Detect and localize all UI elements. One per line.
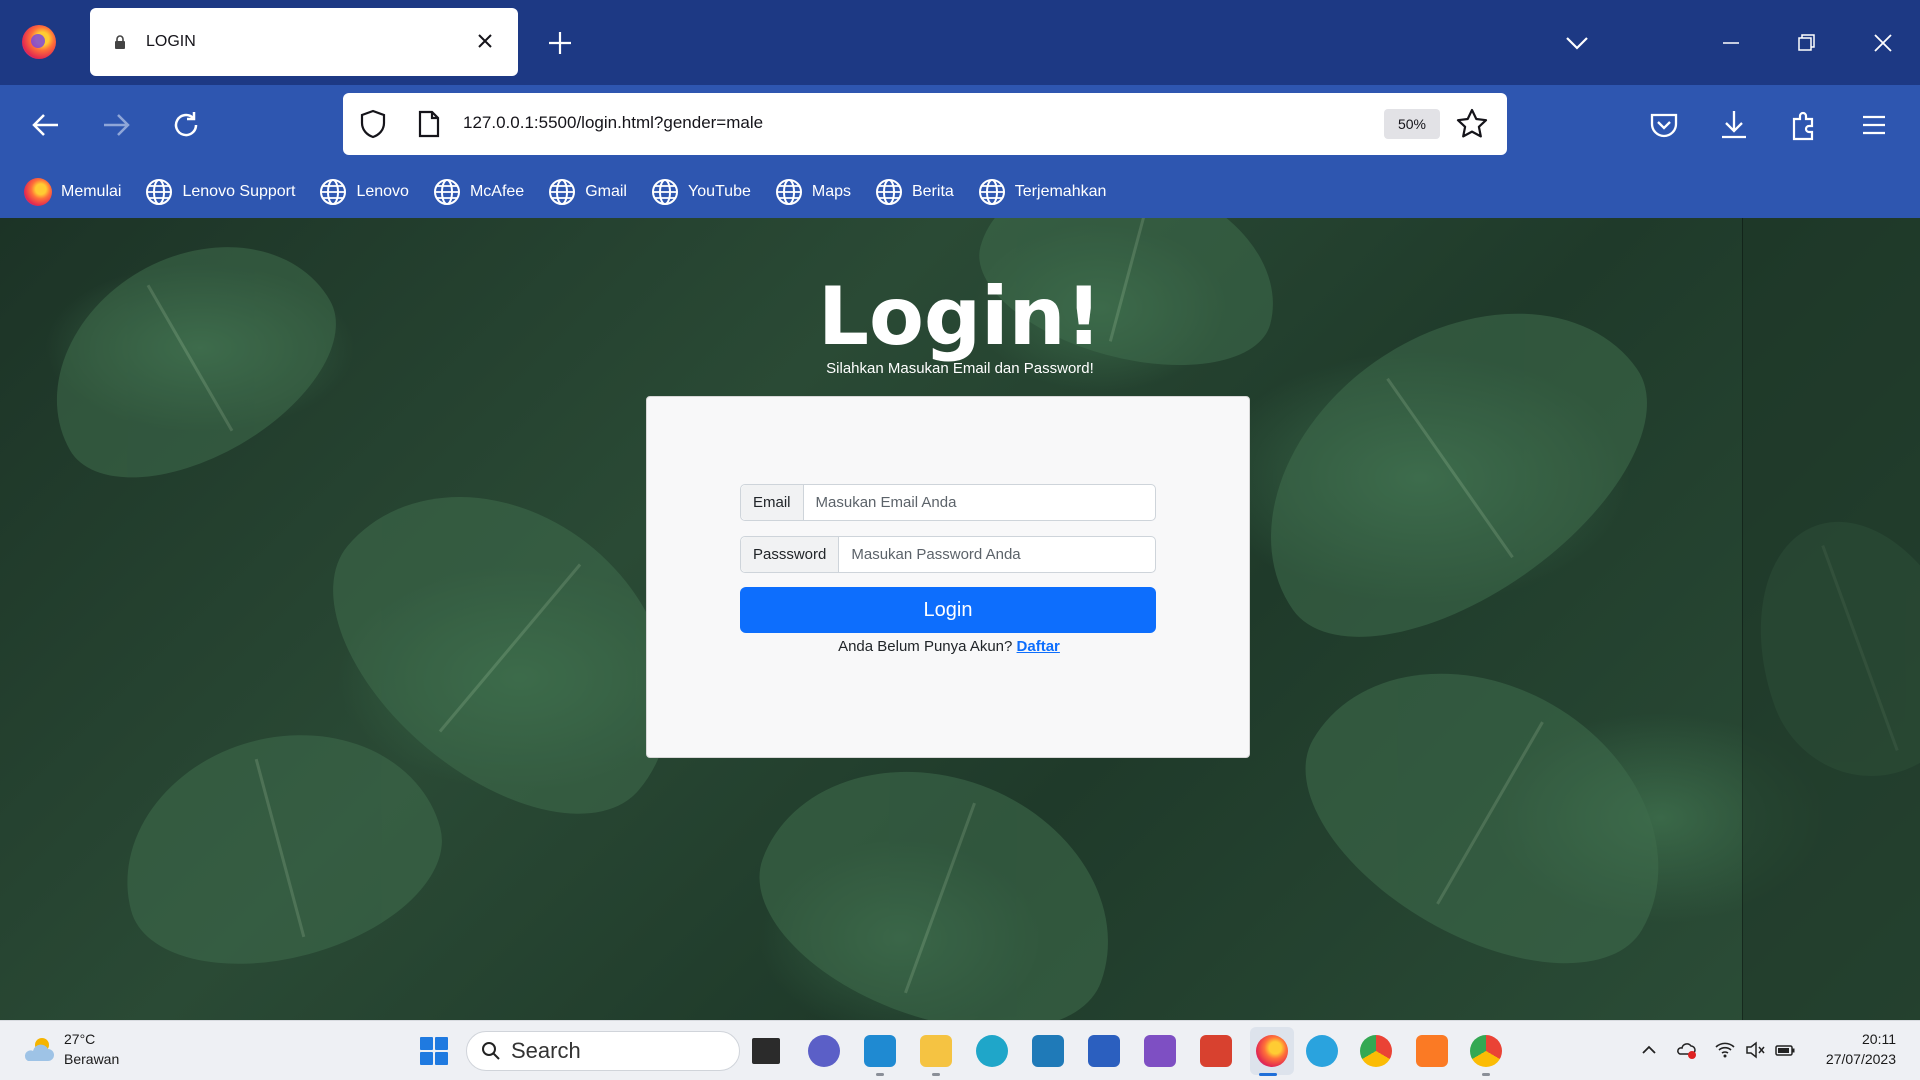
globe-icon: [320, 178, 347, 205]
page-icon[interactable]: [415, 109, 443, 139]
firefox-taskbar-icon[interactable]: [1256, 1035, 1288, 1067]
edge-icon[interactable]: [976, 1035, 1008, 1067]
bookmarks-bar: Memulai Lenovo Support Lenovo McAfee Gma…: [0, 165, 1920, 218]
navigation-bar: 127.0.0.1:5500/login.html?gender=male 50…: [0, 85, 1920, 165]
register-prompt: Anda Belum Punya Akun? Daftar: [647, 638, 1251, 655]
search-label: Search: [511, 1038, 581, 1063]
chrome-profile-icon[interactable]: [1470, 1035, 1502, 1067]
tab-title: LOGIN: [146, 33, 196, 50]
address-bar[interactable]: 127.0.0.1:5500/login.html?gender=male 50…: [343, 93, 1507, 155]
page-viewport: Login! Silahkan Masukan Email dan Passwo…: [0, 218, 1920, 1020]
explorer-running-indicator: [932, 1073, 940, 1076]
search-icon: [482, 1042, 500, 1060]
task-view-icon[interactable]: [752, 1038, 780, 1064]
clock-date[interactable]: 27/07/2023: [1826, 1051, 1896, 1067]
wifi-icon[interactable]: [1714, 1039, 1736, 1061]
cloudy-weather-icon[interactable]: [20, 1035, 56, 1065]
email-field-group: Email: [740, 484, 1156, 521]
pocket-icon[interactable]: [1644, 105, 1684, 145]
globe-icon: [651, 178, 678, 205]
forward-arrow-icon[interactable]: [96, 105, 136, 145]
list-all-tabs-icon[interactable]: [1561, 27, 1593, 59]
l-app-icon[interactable]: [1032, 1035, 1064, 1067]
restore-icon[interactable]: [1790, 27, 1822, 59]
browser-tab-bar: LOGIN: [0, 0, 1920, 85]
globe-icon: [875, 178, 902, 205]
visual-studio-icon[interactable]: [1144, 1035, 1176, 1067]
bookmark-gmail[interactable]: Gmail: [548, 178, 627, 206]
page-title: Login!: [817, 270, 1103, 363]
microsoft-store-icon[interactable]: [1088, 1035, 1120, 1067]
close-window-icon[interactable]: [1867, 27, 1899, 59]
url-text[interactable]: 127.0.0.1:5500/login.html?gender=male: [463, 113, 763, 133]
bookmark-lenovo[interactable]: Lenovo: [319, 178, 409, 206]
extensions-icon[interactable]: [1784, 105, 1824, 145]
password-label: Passsword: [741, 537, 840, 572]
downloads-icon[interactable]: [1714, 105, 1754, 145]
chrome-icon[interactable]: [1360, 1035, 1392, 1067]
reload-icon[interactable]: [166, 105, 206, 145]
weather-description[interactable]: Berawan: [64, 1051, 119, 1067]
email-label: Email: [741, 485, 804, 520]
clock-time[interactable]: 20:11: [1862, 1031, 1896, 1047]
onedrive-error-icon[interactable]: [1676, 1039, 1698, 1061]
register-text: Anda Belum Punya Akun?: [838, 638, 1013, 655]
back-arrow-icon[interactable]: [26, 105, 66, 145]
globe-icon: [549, 178, 576, 205]
windows-start-icon[interactable]: [420, 1037, 448, 1065]
close-tab-icon[interactable]: [472, 28, 498, 54]
bookmark-lenovo-support[interactable]: Lenovo Support: [145, 178, 295, 206]
new-tab-icon[interactable]: [545, 28, 575, 58]
bookmark-mcafee[interactable]: McAfee: [433, 178, 524, 206]
zoom-level-badge[interactable]: 50%: [1384, 109, 1440, 139]
tp-app-icon[interactable]: [1200, 1035, 1232, 1067]
vscode-running-indicator: [876, 1073, 884, 1076]
tab-login[interactable]: LOGIN: [90, 8, 518, 76]
telegram-icon[interactable]: [1306, 1035, 1338, 1067]
bookmark-youtube[interactable]: YouTube: [651, 178, 751, 206]
minimize-icon[interactable]: [1715, 27, 1747, 59]
register-link[interactable]: Daftar: [1017, 638, 1060, 655]
page-subtitle: Silahkan Masukan Email dan Password!: [826, 360, 1094, 377]
bookmark-memulai[interactable]: Memulai: [24, 177, 121, 206]
speaker-muted-icon[interactable]: [1744, 1039, 1766, 1061]
globe-icon: [433, 178, 460, 205]
chevron-up-icon[interactable]: [1638, 1039, 1660, 1061]
menu-hamburger-icon[interactable]: [1854, 105, 1894, 145]
login-card: Email Passsword Login Anda Belum Punya A…: [646, 396, 1250, 758]
bookmark-star-icon[interactable]: [1455, 107, 1489, 141]
battery-icon[interactable]: [1774, 1039, 1796, 1061]
windows-taskbar: 27°C Berawan Search 20:11 27/07/2023: [0, 1020, 1920, 1080]
login-button[interactable]: Login: [740, 587, 1156, 633]
password-input[interactable]: [839, 537, 1155, 572]
vscode-icon[interactable]: [864, 1035, 896, 1067]
firefox-logo-icon[interactable]: [22, 25, 56, 59]
chrome-running-indicator: [1482, 1073, 1490, 1076]
bookmark-maps[interactable]: Maps: [775, 178, 851, 206]
file-explorer-icon[interactable]: [920, 1035, 952, 1067]
teams-chat-icon[interactable]: [808, 1035, 840, 1067]
lock-icon: [115, 35, 125, 49]
password-field-group: Passsword: [740, 536, 1156, 573]
bookmark-berita[interactable]: Berita: [875, 178, 954, 206]
email-input[interactable]: [803, 485, 1155, 520]
globe-icon: [146, 178, 173, 205]
globe-icon: [775, 178, 802, 205]
xampp-icon[interactable]: [1416, 1035, 1448, 1067]
weather-temperature[interactable]: 27°C: [64, 1031, 95, 1047]
bookmark-terjemahkan[interactable]: Terjemahkan: [978, 178, 1106, 206]
globe-icon: [978, 178, 1005, 205]
firefox-icon: [24, 177, 52, 206]
taskbar-search-box[interactable]: Search: [466, 1031, 740, 1071]
firefox-active-indicator: [1259, 1073, 1277, 1076]
shield-icon[interactable]: [357, 108, 389, 140]
